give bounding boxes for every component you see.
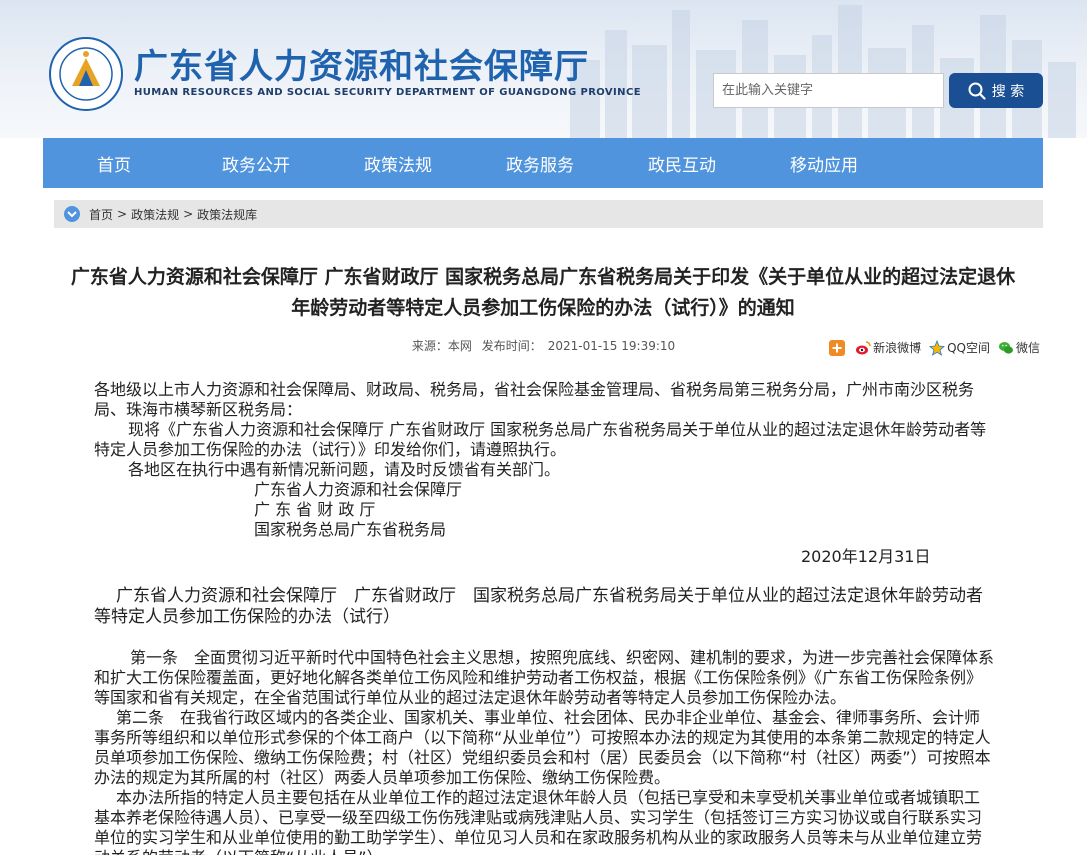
attachment-title: 广东省人力资源和社会保障厅 广东省财政厅 国家税务总局广东省税务局关于单位从业的… (94, 586, 983, 627)
paragraph-2: 各地区在执行中遇有新情况新问题，请及时反馈省有关部门。 (128, 460, 561, 479)
breadcrumb-separator: > (117, 207, 128, 221)
weibo-icon (856, 340, 871, 354)
signature-3: 国家税务总局广东省税务局 (254, 520, 447, 539)
plus-icon (829, 339, 846, 356)
article-clause-2: 第二条 在我省行政区域内的各类企业、国家机关、事业单位、社会团体、民办非企业单位… (94, 708, 991, 787)
search-input[interactable] (713, 73, 944, 108)
search-button-label: 搜 索 (991, 83, 1025, 100)
share-weibo-label: 新浪微博 (873, 341, 922, 355)
nav-item-interaction[interactable]: 政民互动 (611, 138, 753, 188)
share-weibo-button[interactable]: 新浪微博 (855, 339, 921, 356)
breadcrumb-policies[interactable]: 政策法规 (131, 206, 179, 223)
nav-item-mobile-apps[interactable]: 移动应用 (753, 138, 895, 188)
share-bar: 新浪微博 QQ空间 微信 (821, 339, 1040, 356)
share-wechat-button[interactable]: 微信 (998, 339, 1040, 356)
article-body: 各地级以上市人力资源和社会保障局、财政局、税务局，省社会保险基金管理局、省税务局… (94, 380, 994, 855)
qzone-icon (929, 339, 946, 356)
site-subtitle: HUMAN RESOURCES AND SOCIAL SECURITY DEPA… (134, 87, 641, 98)
breadcrumb: 首页 > 政策法规 > 政策法规库 (54, 200, 1043, 228)
location-arrow-icon (64, 206, 80, 222)
city-skyline-decoration (570, 5, 1076, 138)
nav-item-government-affairs[interactable]: 政务公开 (185, 138, 327, 188)
site-title: 广东省人力资源和社会保障厅 (134, 47, 589, 87)
main-nav: 首页 政务公开 政策法规 政务服务 政民互动 移动应用 (43, 138, 1043, 188)
department-emblem-logo (49, 37, 123, 111)
article-title: 广东省人力资源和社会保障厅 广东省财政厅 国家税务总局广东省税务局关于印发《关于… (43, 262, 1043, 324)
publish-time-label: 发布时间： (481, 339, 542, 353)
article-clause-2-para-2: 本办法所指的特定人员主要包括在从业单位工作的超过法定退休年龄人员（包括已享受和未… (94, 788, 983, 855)
breadcrumb-home[interactable]: 首页 (89, 206, 113, 223)
article-source: 来源：本网 (411, 339, 472, 353)
publish-time: 2021-01-15 19:39:10 (547, 339, 676, 353)
breadcrumb-policy-library[interactable]: 政策法规库 (197, 206, 257, 223)
signature-1: 广东省人力资源和社会保障厅 (254, 480, 463, 499)
article-title-line2: 年龄劳动者等特定人员参加工伤保险的办法（试行）》的通知 (291, 297, 795, 319)
search-button[interactable]: 搜 索 (949, 73, 1043, 108)
share-qzone-label: QQ空间 (947, 341, 990, 355)
article-title-line1: 广东省人力资源和社会保障厅 广东省财政厅 国家税务总局广东省税务局关于印发《关于… (70, 266, 1016, 288)
breadcrumb-separator: > (183, 207, 194, 221)
salutation: 各地级以上市人力资源和社会保障局、财政局、税务局，省社会保险基金管理局、省税务局… (94, 380, 975, 419)
paragraph-1: 现将《广东省人力资源和社会保障厅 广东省财政厅 国家税务总局广东省税务局关于单位… (94, 420, 987, 459)
article-clause-1: 第一条 全面贯彻习近平新时代中国特色社会主义思想，按照兜底线、织密网、建机制的要… (94, 648, 995, 707)
nav-item-services[interactable]: 政务服务 (469, 138, 611, 188)
search-icon (968, 82, 986, 100)
nav-item-policies[interactable]: 政策法规 (327, 138, 469, 188)
signature-2: 广 东 省 财 政 厅 (254, 500, 376, 519)
share-wechat-label: 微信 (1015, 341, 1040, 355)
wechat-icon (998, 341, 1013, 354)
site-header: 广东省人力资源和社会保障厅 HUMAN RESOURCES AND SOCIAL… (0, 0, 1087, 138)
share-qzone-button[interactable]: QQ空间 (929, 339, 990, 356)
signature-date: 2020年12月31日 (801, 547, 931, 566)
share-more-button[interactable] (829, 339, 847, 356)
nav-item-home[interactable]: 首页 (43, 138, 185, 188)
